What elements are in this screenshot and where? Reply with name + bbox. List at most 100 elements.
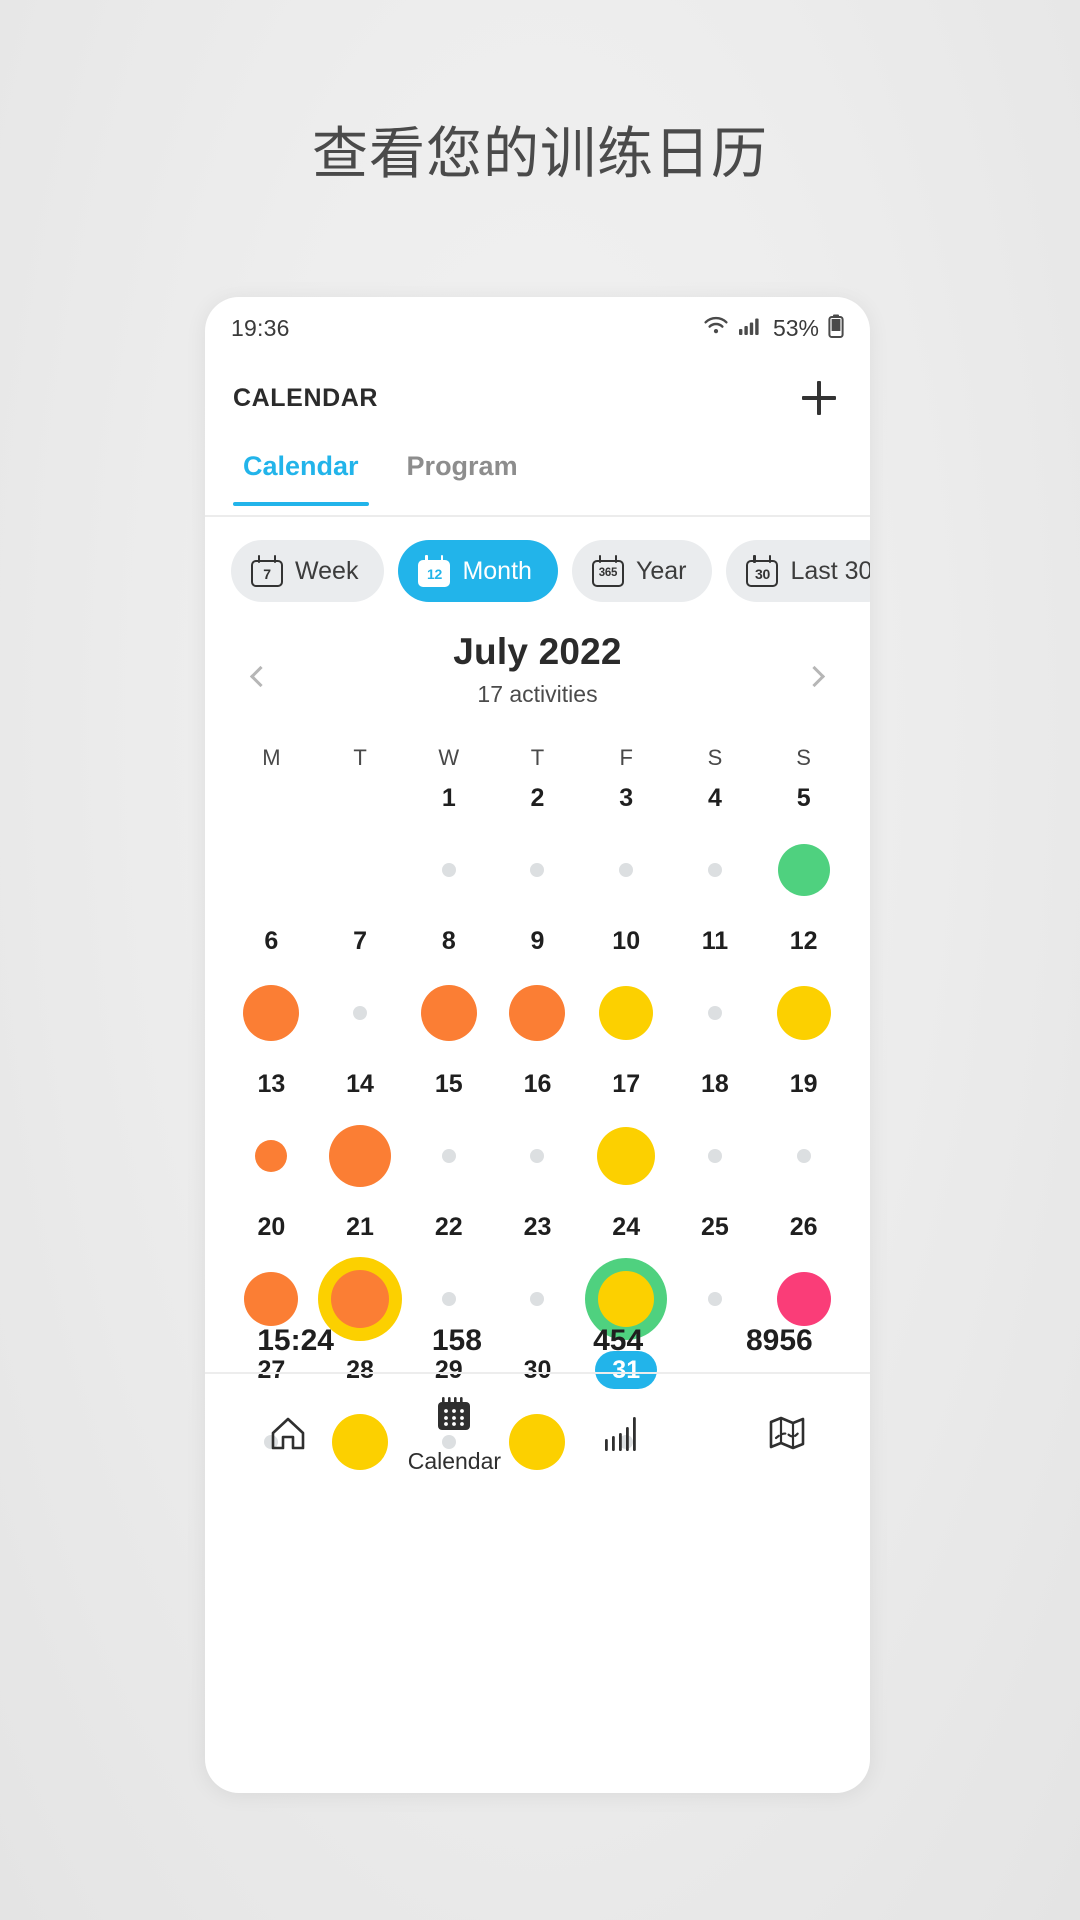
activity-marker-slot [227, 960, 316, 1065]
battery-percent-label: 53% [772, 314, 819, 341]
calendar-day-cell[interactable]: 11 [671, 922, 760, 1065]
activity-marker-slot [582, 960, 671, 1065]
calendar-day-cell[interactable]: 8 [404, 922, 493, 1065]
calendar-day-cell[interactable]: 3 [582, 779, 671, 922]
no-activity-dot [530, 1291, 545, 1306]
calendar-day-cell[interactable]: 6 [227, 922, 316, 1065]
stats-bars-icon [599, 1411, 643, 1460]
calendar-day-number: 7 [353, 927, 368, 955]
calendar-cell-empty [316, 779, 405, 922]
activity-marker-slot [582, 817, 671, 922]
tab-bar: Calendar Program [205, 439, 870, 517]
activity-marker-orange [255, 1139, 288, 1172]
calendar-day-number: 18 [701, 1070, 729, 1098]
calendar-day-number: 12 [789, 927, 818, 955]
battery-icon [828, 314, 844, 343]
calendar-day-number: 23 [523, 1213, 552, 1241]
calendar-day-cell[interactable]: 14 [316, 1065, 405, 1208]
status-bar: 19:36 53% [205, 297, 870, 359]
calendar-day-cell[interactable]: 19 [759, 1065, 848, 1208]
chip-week[interactable]: 7 Week [231, 540, 385, 602]
chip-label: Week [295, 556, 359, 585]
activity-marker-yellow [597, 1126, 656, 1185]
status-time: 19:36 [231, 314, 290, 341]
calendar-365-icon: 365 [591, 555, 624, 587]
calendar-day-cell[interactable]: 4 [671, 779, 760, 922]
activity-count: 17 activities [477, 681, 598, 707]
bottom-navigation: Calendar [205, 1374, 870, 1496]
calendar-day-cell[interactable]: 2 [493, 779, 582, 922]
tab-program[interactable]: Program [397, 439, 528, 504]
calendar-day-cell[interactable]: 15 [404, 1065, 493, 1208]
activity-marker-slot [493, 817, 582, 922]
calendar-day-number: 4 [707, 784, 722, 812]
wifi-icon [703, 316, 729, 341]
no-activity-dot [707, 1291, 722, 1306]
chip-year[interactable]: 365 Year [571, 540, 713, 602]
home-icon [265, 1410, 311, 1461]
activity-marker-slot [227, 1103, 316, 1208]
chip-label: Year [635, 556, 687, 585]
calendar-day-cell[interactable]: 17 [582, 1065, 671, 1208]
calendar-day-cell[interactable]: 16 [493, 1065, 582, 1208]
summary-stat-value: 454 [593, 1324, 644, 1357]
nav-item-map[interactable] [704, 1374, 870, 1496]
calendar-day-number: 5 [796, 784, 811, 812]
activity-marker-slot [404, 960, 493, 1065]
period-filter-chips[interactable]: 7 Week 12 Month 365 Year 30 Last 30 [205, 529, 870, 613]
calendar-week-row: 13 14 15 16 17 18 19 [227, 1065, 848, 1208]
activity-marker-slot [582, 1103, 671, 1208]
weekday-header: F [619, 745, 633, 770]
activity-marker-slot [493, 1103, 582, 1208]
calendar-day-cell[interactable]: 10 [582, 922, 671, 1065]
next-month-button[interactable] [794, 653, 840, 699]
summary-stats-row: 15:24 158 454 8956 [205, 1310, 870, 1374]
activity-marker-slot [493, 960, 582, 1065]
no-activity-dot [441, 1291, 456, 1306]
weekday-header: S [796, 745, 811, 770]
activity-marker-orange [243, 984, 300, 1041]
calendar-day-cell[interactable]: 7 [316, 922, 405, 1065]
activity-marker-yellow [776, 985, 831, 1040]
weekday-header: M [262, 745, 281, 770]
calendar-day-number: 1 [441, 784, 456, 812]
calendar-day-cell[interactable]: 1 [404, 779, 493, 922]
calendar-day-number: 8 [441, 927, 456, 955]
calendar-day-cell[interactable]: 5 [759, 779, 848, 922]
no-activity-dot [353, 1005, 368, 1020]
calendar-day-cell[interactable]: 9 [493, 922, 582, 1065]
calendar-day-number: 9 [530, 927, 545, 955]
activity-marker-slot [316, 1103, 405, 1208]
weekday-header: T [530, 745, 545, 770]
chip-month[interactable]: 12 Month [398, 540, 558, 602]
calendar-day-cell[interactable]: 12 [759, 922, 848, 1065]
page-headline: 查看您的训练日历 [312, 122, 768, 185]
activity-marker-orange [420, 984, 477, 1041]
prev-month-button[interactable] [235, 653, 281, 699]
tab-calendar[interactable]: Calendar [233, 439, 369, 506]
no-activity-dot [530, 1148, 545, 1163]
weekday-header: W [438, 745, 460, 770]
nav-item-home[interactable] [205, 1374, 371, 1496]
activity-marker-orange [329, 1124, 392, 1187]
nav-item-calendar[interactable]: Calendar [371, 1374, 537, 1496]
add-activity-button[interactable] [796, 375, 842, 421]
calendar-day-number: 11 [701, 927, 729, 955]
calendar-day-number: 25 [701, 1213, 729, 1241]
chip-label: Last 30 [790, 556, 870, 585]
calendar-7-icon: 7 [251, 555, 283, 587]
map-icon [765, 1411, 809, 1460]
calendar-day-number: 2 [530, 784, 545, 812]
nav-item-stats-bars[interactable] [538, 1374, 704, 1496]
calendar-day-number: 19 [789, 1070, 818, 1098]
no-activity-dot [441, 1148, 456, 1163]
chip-last-30[interactable]: 30 Last 30 [726, 540, 870, 602]
activity-marker-slot [404, 817, 493, 922]
calendar-day-cell[interactable]: 13 [227, 1065, 316, 1208]
cellular-signal-icon [738, 316, 762, 341]
calendar-day-cell[interactable]: 18 [671, 1065, 760, 1208]
calendar-day-number: 21 [346, 1213, 374, 1241]
activity-marker-slot [671, 960, 760, 1065]
calendar-day-number: 20 [257, 1213, 286, 1241]
summary-stat-value: 15:24 [257, 1324, 334, 1357]
